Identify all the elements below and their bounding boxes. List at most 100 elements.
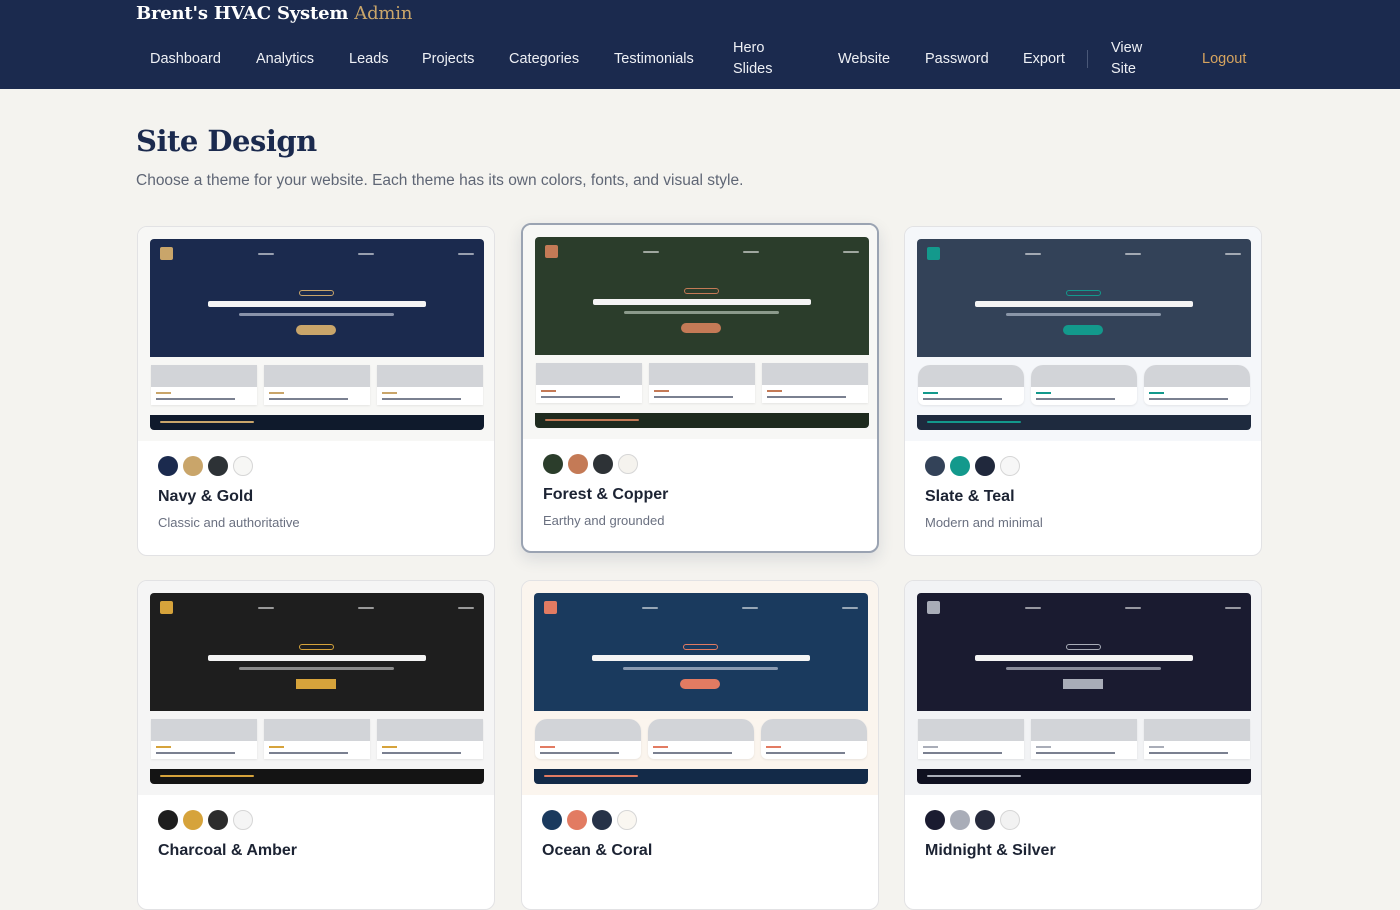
color-swatch: [158, 810, 178, 830]
preview-mini-line: [1149, 752, 1228, 754]
preview-mini-accent: [156, 746, 171, 748]
color-swatch: [950, 810, 970, 830]
preview-hero: [150, 593, 484, 711]
preview-mini-card: [264, 365, 370, 405]
preview-mini-card: [918, 365, 1024, 405]
color-swatch: [543, 454, 563, 474]
preview-subline: [1006, 313, 1161, 316]
preview-mini-image: [649, 363, 755, 385]
theme-name: Navy & Gold: [158, 488, 254, 505]
theme-card-midnight-silver[interactable]: Midnight & Silver: [904, 580, 1262, 910]
preview-nav-line: [643, 251, 659, 253]
nav-projects[interactable]: Projects: [422, 49, 474, 70]
preview-eyebrow: [299, 290, 334, 296]
theme-card-ocean-coral[interactable]: Ocean & Coral: [521, 580, 879, 910]
theme-description: Modern and minimal: [925, 515, 1043, 530]
preview-footer-line: [927, 775, 1021, 777]
color-swatch: [975, 810, 995, 830]
theme-preview: [138, 581, 494, 795]
theme-card-navy-gold[interactable]: Navy & Gold Classic and authoritative: [137, 226, 495, 556]
preview-mini-image: [536, 363, 642, 385]
nav-analytics[interactable]: Analytics: [256, 49, 314, 70]
preview-mini-image: [762, 363, 868, 385]
preview-headline: [975, 655, 1193, 661]
color-swatches: [542, 810, 642, 830]
preview-nav-line: [843, 251, 859, 253]
color-swatch: [542, 810, 562, 830]
preview-mini-line: [923, 398, 1002, 400]
preview-logo: [160, 601, 173, 614]
color-swatch: [1000, 456, 1020, 476]
nav-dashboard[interactable]: Dashboard: [150, 49, 221, 70]
preview-hero: [917, 593, 1251, 711]
preview-mini-line: [923, 752, 1002, 754]
preview-mini-accent: [923, 746, 938, 748]
nav-logout[interactable]: Logout: [1202, 49, 1246, 70]
preview-mini-line: [382, 398, 461, 400]
preview-nav-line: [358, 253, 374, 255]
color-swatch: [233, 456, 253, 476]
nav-testimonials[interactable]: Testimonials: [614, 49, 694, 70]
nav-export[interactable]: Export: [1023, 49, 1065, 70]
color-swatch: [950, 456, 970, 476]
color-swatch: [183, 810, 203, 830]
theme-preview: [138, 227, 494, 441]
preview-nav-line: [743, 251, 759, 253]
preview-mini-card: [1031, 365, 1137, 405]
preview-nav-line: [1125, 607, 1141, 609]
preview-mini-card: [648, 719, 754, 759]
preview-mini-accent: [1036, 392, 1051, 394]
color-swatch: [617, 810, 637, 830]
preview-footer-line: [160, 775, 254, 777]
preview-mini-card: [377, 365, 483, 405]
preview-footer: [150, 415, 484, 430]
nav-password[interactable]: Password: [925, 49, 989, 70]
preview-mini-image: [761, 719, 867, 741]
preview-nav-line: [1025, 607, 1041, 609]
preview-mini-card: [761, 719, 867, 759]
preview-mini-card: [151, 365, 257, 405]
preview-subline: [623, 667, 778, 670]
theme-preview: [905, 581, 1261, 795]
preview-footer: [917, 415, 1251, 430]
preview-mini-accent: [654, 390, 669, 392]
preview-logo: [927, 601, 940, 614]
nav-view-site[interactable]: View Site: [1111, 38, 1163, 80]
preview-cards: [534, 711, 868, 769]
color-swatch: [925, 456, 945, 476]
preview-mini-card: [377, 719, 483, 759]
preview-footer: [534, 769, 868, 784]
color-swatch: [568, 454, 588, 474]
color-swatch: [592, 810, 612, 830]
preview-mini-image: [648, 719, 754, 741]
preview-hero: [534, 593, 868, 711]
theme-description: Earthy and grounded: [543, 513, 665, 528]
preview-mini-line: [1036, 752, 1115, 754]
preview-mini-accent: [767, 390, 782, 392]
theme-preview-mockup: [917, 239, 1251, 430]
theme-preview-mockup: [535, 237, 869, 428]
theme-name: Midnight & Silver: [925, 842, 1056, 859]
theme-preview: [522, 581, 878, 795]
preview-subline: [1006, 667, 1161, 670]
preview-mini-image: [151, 719, 257, 741]
preview-mini-accent: [156, 392, 171, 394]
nav-website[interactable]: Website: [838, 49, 890, 70]
color-swatches: [925, 810, 1025, 830]
preview-headline: [208, 301, 426, 307]
main-nav: Dashboard Analytics Leads Projects Categ…: [0, 0, 1400, 89]
theme-card-forest-copper[interactable]: Forest & Copper Earthy and grounded: [521, 223, 879, 553]
preview-cta: [681, 323, 721, 333]
theme-card-slate-teal[interactable]: Slate & Teal Modern and minimal: [904, 226, 1262, 556]
nav-leads[interactable]: Leads: [349, 49, 389, 70]
nav-hero-slides[interactable]: Hero Slides: [733, 38, 793, 80]
preview-mini-card: [1144, 365, 1250, 405]
preview-mini-image: [1144, 365, 1250, 387]
preview-logo: [544, 601, 557, 614]
preview-mini-line: [269, 398, 348, 400]
theme-card-charcoal-amber[interactable]: Charcoal & Amber: [137, 580, 495, 910]
preview-nav-line: [642, 607, 658, 609]
nav-categories[interactable]: Categories: [509, 49, 579, 70]
preview-nav-line: [1225, 253, 1241, 255]
preview-mini-line: [382, 752, 461, 754]
